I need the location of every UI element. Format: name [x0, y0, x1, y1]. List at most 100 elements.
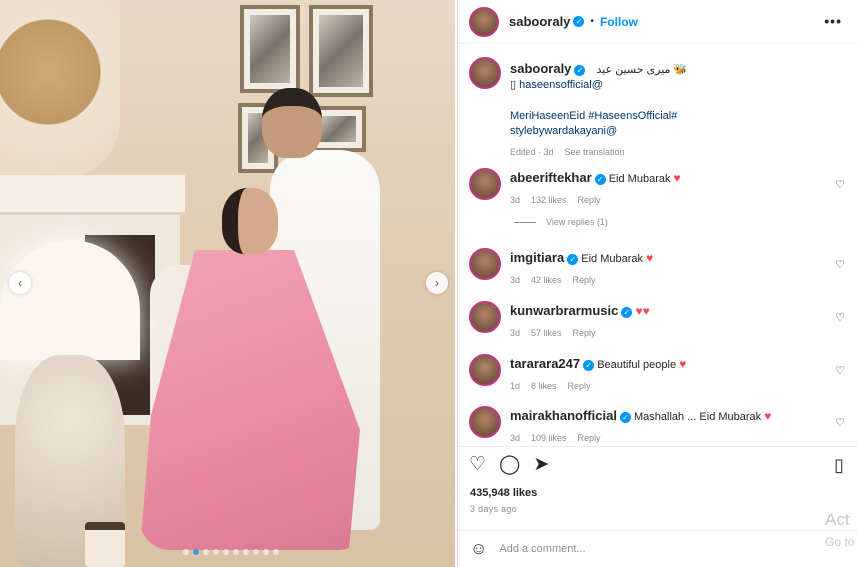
comment-like-icon[interactable]: ♡ [835, 364, 845, 377]
candle [85, 522, 125, 567]
comment-likes[interactable]: 132 likes [531, 193, 567, 208]
heart-emoji-icon: ♥ [679, 357, 687, 371]
commenter-avatar[interactable] [469, 248, 501, 280]
carousel-dot [223, 549, 229, 555]
commenter-avatar[interactable] [469, 301, 501, 333]
picture-frame-2 [309, 5, 373, 97]
commenter-avatar[interactable] [469, 406, 501, 438]
post-photo[interactable]: ‹ › [0, 0, 455, 567]
heart-emoji-icon: ♥ [764, 409, 772, 423]
comment-text: Mashallah ... Eid Mubarak [634, 411, 762, 423]
post-header: sabooraly ✓ • Follow ••• [458, 0, 857, 44]
comment-age: 3d [510, 433, 521, 443]
carousel-dot [203, 549, 209, 555]
caption-mention[interactable]: haseensofficial@ [519, 79, 603, 91]
chevron-right-icon: › [435, 276, 439, 290]
comments-scroll[interactable]: sabooraly ✓ میری حسین عید 🐝 ▯ haseensoffi… [458, 45, 857, 445]
carousel-dot [233, 549, 239, 555]
heart-emoji-icon: ♥ [646, 251, 654, 265]
verified-icon: ✓ [621, 306, 633, 318]
add-comment-bar: ☺ Add a comment... [458, 530, 857, 567]
woman-head [222, 188, 278, 254]
carousel-dot [213, 549, 219, 555]
carousel-dot-active [193, 549, 199, 555]
comment-likes[interactable]: 42 likes [531, 273, 562, 288]
carousel-dot [253, 549, 259, 555]
caption-username[interactable]: sabooraly [510, 61, 571, 76]
man-head [262, 88, 322, 158]
like-icon[interactable]: ♡ [469, 455, 486, 475]
comment-icon[interactable]: ◯ [499, 455, 520, 475]
activate-windows-subtext: Go to [825, 535, 855, 549]
carousel-dot [243, 549, 249, 555]
previous-image-button[interactable]: ‹ [9, 272, 31, 294]
comment-like-icon[interactable]: ♡ [835, 178, 845, 191]
likes-count[interactable]: 435,948 likes [470, 487, 537, 499]
comment-age: 1d [510, 381, 521, 391]
picture-frame-1 [240, 5, 300, 93]
commenter-avatar[interactable] [469, 168, 501, 200]
caption-hashtags[interactable]: MeriHaseenEid #HaseensOfficial# [510, 110, 677, 122]
view-replies-label: View replies (1) [546, 217, 608, 227]
comment-text: Beautiful people [597, 359, 677, 371]
activate-windows-watermark: Act [825, 510, 850, 529]
bee-emoji-icon: 🐝 [673, 64, 688, 76]
wall-art [0, 0, 120, 180]
post-side-panel: sabooraly ✓ • Follow ••• sabooraly ✓ میری… [457, 0, 857, 567]
caption-stylist-mention[interactable]: stylebywardakayani@ [510, 125, 617, 137]
view-replies-button[interactable]: View replies (1) [514, 217, 608, 227]
verified-icon: ✓ [619, 411, 631, 423]
reply-button[interactable]: Reply [578, 431, 601, 445]
verified-icon: ✓ [567, 253, 579, 265]
reply-button[interactable]: Reply [568, 379, 591, 394]
comment-likes[interactable]: 8 likes [531, 379, 557, 394]
commenter-username[interactable]: abeeriftekhar [510, 170, 592, 185]
author-username[interactable]: sabooraly [509, 14, 570, 29]
see-translation-link[interactable]: See translation [565, 145, 625, 160]
comment-age: 3d [510, 195, 521, 205]
verified-icon: ✓ [573, 16, 585, 27]
commenter-username[interactable]: mairakhanofficial [510, 408, 617, 423]
comment-text: Eid Mubarak [581, 253, 644, 265]
separator-dot: • [590, 16, 594, 27]
next-image-button[interactable]: › [426, 272, 448, 294]
add-comment-input[interactable]: Add a comment... [499, 543, 585, 555]
carousel-dot [263, 549, 269, 555]
comment-age: 3d [510, 275, 521, 285]
comment-like-icon[interactable]: ♡ [835, 311, 845, 324]
comment-like-icon[interactable]: ♡ [835, 416, 845, 429]
comment-like-icon[interactable]: ♡ [835, 258, 845, 271]
comment-text: Eid Mubarak [608, 173, 671, 185]
caption-edited-time: Edited · 3d [510, 147, 554, 157]
follow-button[interactable]: Follow [600, 15, 638, 29]
comment-age: 3d [510, 328, 521, 338]
chevron-left-icon: ‹ [18, 276, 22, 290]
post-date: 3 days ago [470, 504, 518, 514]
verified-icon: ✓ [583, 359, 595, 371]
view-replies-line [514, 221, 536, 223]
save-icon[interactable]: ▯ [834, 455, 844, 476]
reply-button[interactable]: Reply [573, 273, 596, 288]
commenter-username[interactable]: tararara247 [510, 356, 580, 371]
post-actions: ♡ ◯ ➤ ▯ 435,948 likes 3 days ago [458, 446, 857, 538]
comment-likes[interactable]: 57 likes [531, 326, 562, 341]
reply-button[interactable]: Reply [573, 326, 596, 341]
commenter-username[interactable]: imgitiara [510, 250, 564, 265]
share-icon[interactable]: ➤ [533, 455, 549, 475]
commenter-avatar[interactable] [469, 354, 501, 386]
mantel [0, 175, 185, 215]
heart-emoji-icon: ♥ [673, 171, 681, 185]
comment-likes[interactable]: 109 likes [531, 431, 567, 445]
verified-icon: ✓ [594, 173, 606, 185]
heart-emoji-icon: ♥♥ [635, 304, 650, 318]
reply-button[interactable]: Reply [578, 193, 601, 208]
author-avatar[interactable] [469, 57, 501, 89]
carousel-dots [183, 549, 279, 555]
author-avatar[interactable] [469, 6, 499, 37]
carousel-dot [273, 549, 279, 555]
more-options-icon[interactable]: ••• [824, 13, 842, 29]
commenter-username[interactable]: kunwarbrarmusic [510, 303, 618, 318]
carousel-dot [183, 549, 189, 555]
verified-icon: ✓ [574, 64, 586, 76]
emoji-icon[interactable]: ☺ [470, 539, 487, 559]
